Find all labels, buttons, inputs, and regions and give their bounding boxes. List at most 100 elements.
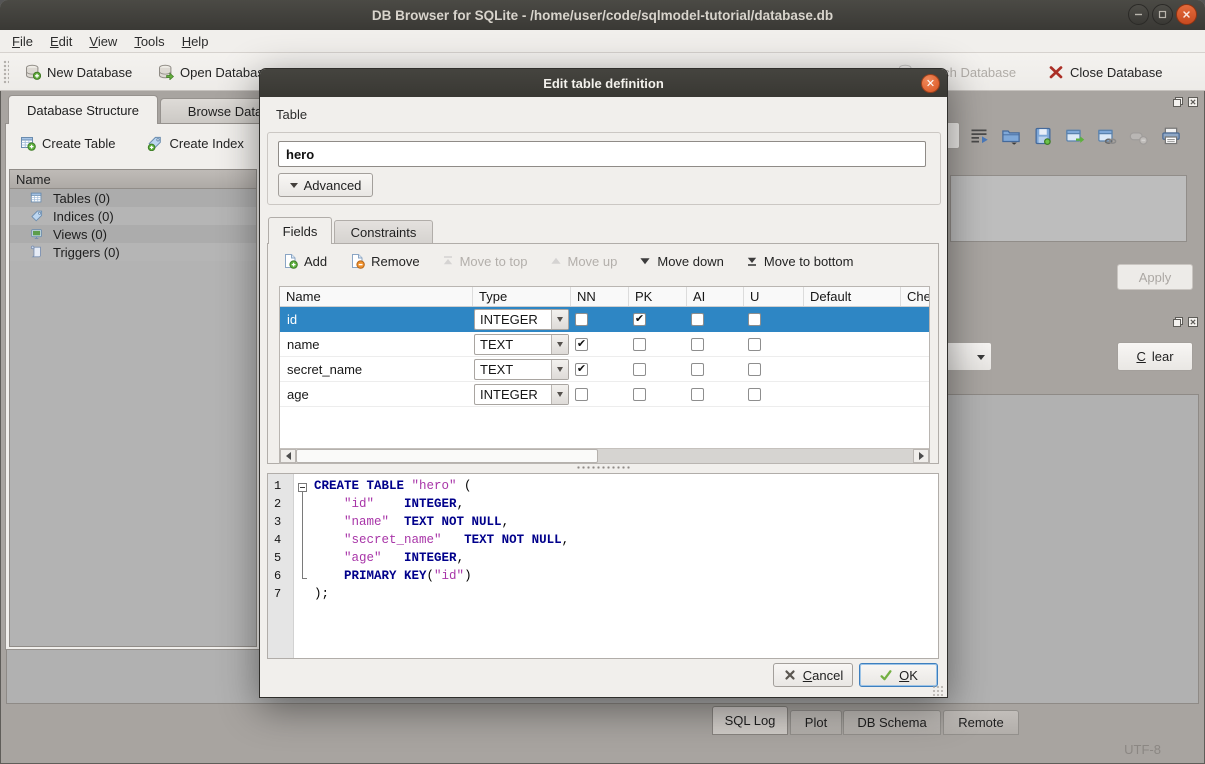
tab-remote[interactable]: Remote (943, 710, 1019, 735)
menu-view[interactable]: View (89, 34, 117, 49)
type-combobox[interactable]: INTEGER (474, 309, 569, 330)
dialog-resize-grip[interactable] (932, 685, 943, 696)
dock-float-icon[interactable] (1172, 316, 1184, 328)
save-icon[interactable] (1032, 125, 1054, 147)
horizontal-scrollbar[interactable] (280, 448, 929, 463)
apply-button[interactable]: Apply (1117, 264, 1193, 290)
type-combobox[interactable]: TEXT (474, 359, 569, 380)
grid-col-name[interactable]: Name (280, 287, 473, 306)
wrap-text-icon[interactable] (968, 125, 990, 147)
dock-float-icon[interactable] (1172, 96, 1184, 108)
export-window-icon[interactable] (1064, 125, 1086, 147)
remove-button[interactable]: Remove (347, 251, 421, 271)
grid-col-pk[interactable]: PK (629, 287, 687, 306)
dialog-close-icon[interactable]: ✕ (921, 74, 940, 93)
tab-fields[interactable]: Fields (268, 217, 332, 244)
table-name-input[interactable] (278, 141, 926, 167)
menu-file[interactable]: File (12, 34, 33, 49)
nn-checkbox[interactable] (575, 388, 588, 401)
field-row-secret-name[interactable]: secret_nameTEXT ✔ (280, 357, 929, 382)
splitter-handle[interactable] (576, 465, 632, 470)
link-window-icon[interactable] (1096, 125, 1118, 147)
pk-checkbox[interactable] (633, 363, 646, 376)
grid-col-check[interactable]: Check (901, 287, 930, 306)
new-database-button[interactable]: New Database (25, 59, 132, 85)
add-button[interactable]: Add (280, 251, 329, 271)
advanced-button[interactable]: Advanced (278, 173, 373, 197)
nn-checkbox[interactable] (575, 313, 588, 326)
grid-col-ai[interactable]: AI (687, 287, 744, 306)
tab-sql-log[interactable]: SQL Log (712, 706, 788, 735)
window-titlebar[interactable]: DB Browser for SQLite - /home/user/code/… (0, 0, 1205, 30)
chevron-down-icon[interactable] (551, 310, 568, 329)
tree-item-views-0[interactable]: Views (0) (10, 225, 256, 243)
u-checkbox[interactable] (748, 363, 761, 376)
type-combobox[interactable]: TEXT (474, 334, 569, 355)
maximize-icon[interactable] (1152, 4, 1173, 25)
ai-checkbox[interactable] (691, 363, 704, 376)
tree-item-tables-0[interactable]: Tables (0) (10, 189, 256, 207)
field-row-id[interactable]: idINTEGER ✔ (280, 307, 929, 332)
tree-item-indices-0[interactable]: Indices (0) (10, 207, 256, 225)
chevron-down-icon[interactable] (551, 335, 568, 354)
ok-button[interactable]: OK (859, 663, 938, 687)
minimize-icon[interactable] (1128, 4, 1149, 25)
tab-plot[interactable]: Plot (790, 710, 842, 735)
menu-help[interactable]: Help (182, 34, 209, 49)
fold-collapse-icon[interactable] (298, 483, 307, 492)
tree-item-triggers-0[interactable]: Triggers (0) (10, 243, 256, 261)
menu-tools[interactable]: Tools (134, 34, 164, 49)
type-combobox[interactable]: INTEGER (474, 384, 569, 405)
cancel-button[interactable]: Cancel (773, 663, 853, 687)
move-to-top-button[interactable]: Move to top (440, 252, 530, 271)
u-checkbox[interactable] (748, 313, 761, 326)
pk-checkbox[interactable] (633, 388, 646, 401)
dock-close-icon[interactable] (1187, 96, 1199, 108)
create-table-button[interactable]: Create Table (16, 132, 119, 154)
field-name-cell[interactable]: name (280, 337, 473, 352)
tab-db-schema[interactable]: DB Schema (843, 710, 941, 735)
field-name-cell[interactable]: secret_name (280, 362, 473, 377)
u-checkbox[interactable] (748, 388, 761, 401)
create-index-button[interactable]: Create Index (143, 132, 247, 154)
set-null-icon[interactable] (1128, 125, 1150, 147)
import-icon[interactable] (1000, 125, 1022, 147)
nn-checkbox[interactable]: ✔ (575, 363, 588, 376)
pk-checkbox[interactable]: ✔ (633, 313, 646, 326)
cell-edit-area[interactable] (950, 175, 1187, 242)
pk-checkbox[interactable] (633, 338, 646, 351)
field-name-cell[interactable]: age (280, 387, 473, 402)
print-icon[interactable] (1160, 125, 1182, 147)
close-window-icon[interactable] (1176, 4, 1197, 25)
scroll-left-icon[interactable] (280, 449, 296, 463)
ai-checkbox[interactable] (691, 338, 704, 351)
schema-tree[interactable]: Name Tables (0)Indices (0)Views (0)Trigg… (9, 169, 257, 647)
dialog-titlebar[interactable]: Edit table definition ✕ (260, 69, 947, 97)
move-up-button[interactable]: Move up (548, 252, 620, 271)
ai-checkbox[interactable] (691, 313, 704, 326)
move-to-bottom-button[interactable]: Move to bottom (744, 252, 856, 271)
encoding-indicator[interactable]: UTF-8 (1124, 742, 1161, 757)
tab-database-structure[interactable]: Database Structure (8, 95, 158, 124)
open-database-button[interactable]: Open Database (158, 59, 271, 85)
clear-log-button[interactable]: Clear (1117, 342, 1193, 371)
sql-preview-editor[interactable]: 1234567 CREATE TABLE "hero" ( "id" INTEG… (267, 473, 939, 659)
field-row-age[interactable]: ageINTEGER (280, 382, 929, 407)
menu-edit[interactable]: Edit (50, 34, 72, 49)
u-checkbox[interactable] (748, 338, 761, 351)
scrollbar-thumb[interactable] (296, 449, 598, 463)
grid-col-u[interactable]: U (744, 287, 804, 306)
toolbar-drag-handle[interactable] (3, 60, 9, 84)
chevron-down-icon[interactable] (551, 360, 568, 379)
tree-header-name[interactable]: Name (10, 170, 256, 189)
grid-col-type[interactable]: Type (473, 287, 571, 306)
tab-constraints[interactable]: Constraints (334, 220, 433, 244)
scroll-right-icon[interactable] (913, 449, 929, 463)
field-name-cell[interactable]: id (280, 312, 473, 327)
chevron-down-icon[interactable] (551, 385, 568, 404)
grid-col-default[interactable]: Default (804, 287, 901, 306)
mode-combobox-fragment[interactable] (946, 122, 960, 149)
field-row-name[interactable]: nameTEXT✔ (280, 332, 929, 357)
ai-checkbox[interactable] (691, 388, 704, 401)
grid-col-nn[interactable]: NN (571, 287, 629, 306)
